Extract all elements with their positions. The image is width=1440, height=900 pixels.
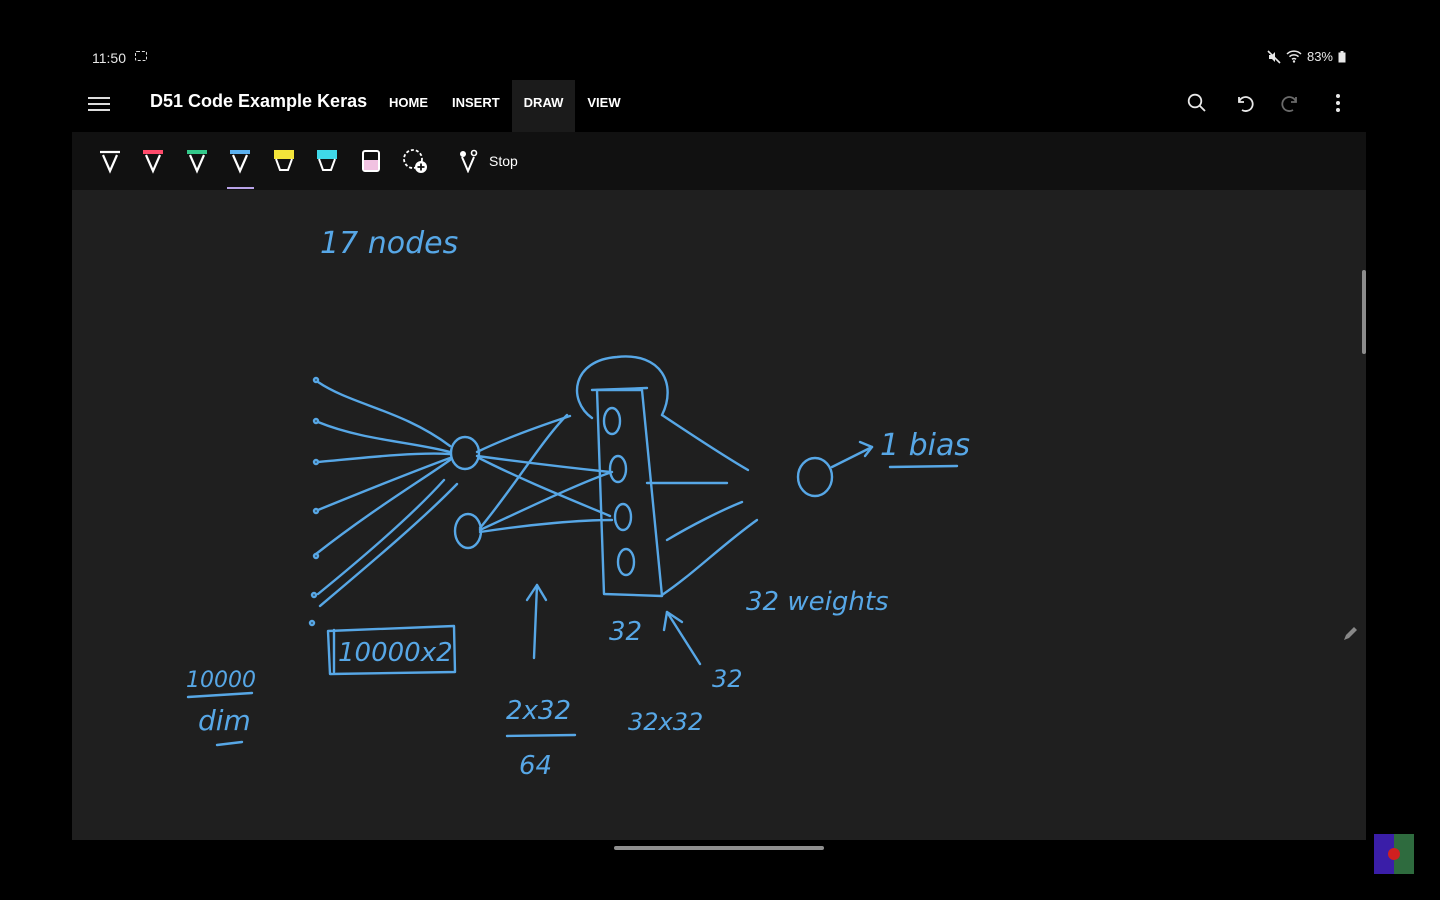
vertical-scrollbar[interactable] (1362, 270, 1366, 354)
weights-32x32-note: 32x32 (628, 708, 703, 736)
title-note: 17 nodes (320, 226, 458, 261)
page-title: D51 Code Example Keras (150, 91, 368, 111)
output-line (665, 500, 744, 542)
output-weights-note: 32 weights (746, 587, 889, 617)
layer-neuron (602, 406, 622, 436)
hidden-node (449, 435, 481, 471)
stop-pen-icon (460, 149, 478, 173)
input-line (316, 452, 452, 464)
pen-blue-icon[interactable] (225, 146, 255, 176)
mute-icon (1267, 49, 1281, 64)
status-indicators: 83% (1267, 49, 1346, 64)
arrow-up (665, 610, 702, 666)
title-bar: D51 Code Example Keras HOME INSERT DRAW … (72, 80, 1366, 132)
weights-2x32-note: 2x32 (506, 696, 571, 726)
ribbon-tabs: HOME INSERT DRAW VIEW (377, 80, 633, 132)
output-line (660, 518, 759, 597)
input-dot (308, 619, 316, 627)
top-actions (1182, 88, 1352, 117)
layer-box (595, 388, 664, 598)
pen-red-icon[interactable] (138, 146, 168, 176)
layer-neuron (613, 502, 633, 532)
connection-line (475, 414, 572, 454)
connection-line (477, 456, 612, 518)
layer-loop (575, 355, 669, 420)
layer-neuron (616, 547, 636, 577)
output-line (660, 413, 750, 472)
stop-label: Stop (489, 153, 518, 169)
corner-badge-icon (1374, 834, 1414, 874)
input-line (316, 456, 452, 512)
input-dot (310, 591, 318, 599)
pen-indicator-icon (1342, 626, 1358, 647)
battery-level: 83% (1306, 49, 1333, 64)
input-line (316, 380, 452, 448)
stop-button[interactable]: Stop (457, 149, 518, 173)
menu-icon[interactable] (88, 93, 110, 111)
weights-64-note: 64 (519, 751, 552, 781)
fraction-line (505, 733, 577, 738)
redo-icon[interactable] (1276, 88, 1305, 117)
highlighter-yellow-icon[interactable] (269, 146, 299, 176)
pen-white-icon[interactable] (95, 146, 125, 176)
more-vert-icon[interactable] (1323, 88, 1352, 117)
underline (215, 740, 244, 747)
status-time: 11:50 (92, 50, 126, 66)
tab-view[interactable]: VIEW (575, 80, 632, 132)
output-node (796, 456, 834, 498)
device-screen: 11:50 83% D51 Code Example Keras HOME IN… (72, 45, 1366, 840)
gesture-home-bar[interactable] (614, 846, 824, 850)
draw-toolbar: Stop (72, 132, 1366, 190)
bias-arrow (830, 445, 874, 469)
input-line (316, 420, 452, 454)
tab-home[interactable]: HOME (377, 80, 440, 132)
highlighter-cyan-icon[interactable] (312, 146, 342, 176)
bias-note: 1 bias (880, 428, 970, 463)
battery-icon (1338, 50, 1346, 62)
status-bar: 11:50 83% (72, 45, 1366, 71)
arrow-up (532, 583, 539, 660)
undo-icon[interactable] (1229, 88, 1258, 117)
connection-line (475, 454, 612, 474)
weights-32-note: 32 (712, 665, 743, 693)
layer-neuron (608, 454, 628, 484)
box-note: 10000x2 (338, 638, 453, 668)
lasso-add-icon[interactable] (400, 146, 430, 176)
tab-draw[interactable]: DRAW (511, 80, 576, 132)
input-count-note: 10000 (186, 668, 256, 693)
pen-green-icon[interactable] (182, 146, 212, 176)
tab-insert[interactable]: INSERT (440, 80, 512, 132)
fraction-line (186, 691, 254, 699)
ink-drawing: 17 nodes 1 bias 10000 dim 10000x2 2x32 6… (186, 226, 970, 781)
search-icon[interactable] (1182, 88, 1211, 117)
hidden-node (453, 512, 483, 550)
ink-canvas[interactable]: 17 nodes 1 bias 10000 dim 10000x2 2x32 6… (72, 190, 1366, 840)
highlighter-pink-icon[interactable] (356, 146, 386, 176)
layer-size-note: 32 (609, 617, 642, 647)
bias-underline (888, 464, 959, 469)
wifi-icon (1286, 50, 1302, 63)
dim-note: dim (198, 704, 251, 737)
selected-tool-indicator (227, 187, 254, 189)
screenshot-icon (135, 51, 147, 61)
